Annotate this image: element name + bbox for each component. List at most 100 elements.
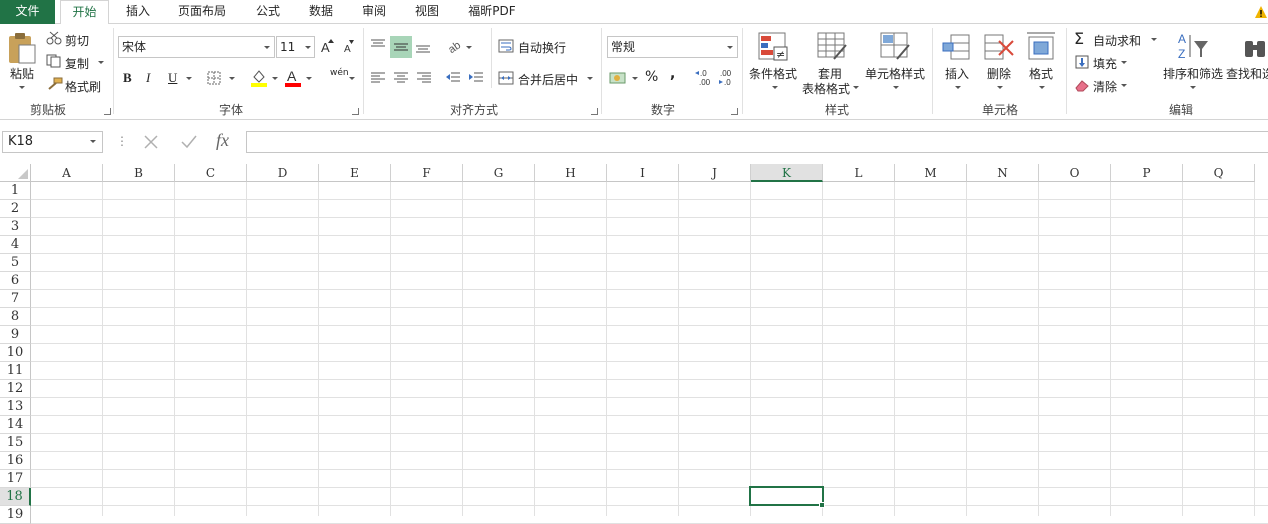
font-name-combo[interactable]: 宋体 <box>118 36 275 58</box>
insert-function-button[interactable]: fx <box>216 130 229 151</box>
column-header-b[interactable]: B <box>103 164 175 182</box>
chevron-down-icon[interactable] <box>632 77 638 80</box>
align-top-icon[interactable] <box>370 38 386 55</box>
insert-cells-button[interactable]: 插入 <box>942 65 972 82</box>
row-header-9[interactable]: 9 <box>0 326 31 344</box>
border-icon[interactable] <box>207 71 221 88</box>
select-all-corner[interactable] <box>0 164 31 182</box>
tab-foxit-pdf[interactable]: 福昕PDF <box>460 0 524 24</box>
align-bottom-icon[interactable] <box>415 38 431 57</box>
tab-insert[interactable]: 插入 <box>118 0 158 24</box>
row-header-17[interactable]: 17 <box>0 470 31 488</box>
italic-button[interactable]: I <box>146 70 150 86</box>
phonetic-guide-button[interactable]: wén <box>330 68 349 78</box>
column-header-q[interactable]: Q <box>1183 164 1255 182</box>
alignment-launcher-icon[interactable] <box>591 108 598 115</box>
column-header-a[interactable]: A <box>31 164 103 182</box>
percent-style-button[interactable]: % <box>645 69 658 85</box>
chevron-down-icon[interactable] <box>893 86 899 89</box>
tab-review[interactable]: 审阅 <box>354 0 394 24</box>
font-color-icon[interactable]: A <box>284 68 302 91</box>
row-header-10[interactable]: 10 <box>0 344 31 362</box>
wrap-text-button[interactable]: 自动换行 <box>518 39 566 56</box>
chevron-down-icon[interactable] <box>1151 38 1157 41</box>
decrease-decimal-icon[interactable]: .00.0 <box>718 68 738 89</box>
chevron-down-icon[interactable] <box>98 61 104 64</box>
chevron-down-icon[interactable] <box>466 46 472 49</box>
row-header-16[interactable]: 16 <box>0 452 31 470</box>
chevron-down-icon[interactable] <box>587 77 593 80</box>
column-header-c[interactable]: C <box>175 164 247 182</box>
bold-button[interactable]: B <box>123 70 132 86</box>
cancel-icon[interactable] <box>143 134 159 153</box>
align-center-icon[interactable] <box>393 71 409 88</box>
format-cells-button[interactable]: 格式 <box>1026 65 1056 82</box>
tab-page-layout[interactable]: 页面布局 <box>170 0 234 24</box>
column-header-i[interactable]: I <box>607 164 679 182</box>
chevron-down-icon[interactable] <box>772 86 778 89</box>
tab-file[interactable]: 文件 <box>0 0 55 24</box>
chevron-down-icon[interactable] <box>349 77 355 80</box>
delete-cells-button[interactable]: 删除 <box>984 65 1014 82</box>
format-as-table-button-line2[interactable]: 表格格式 <box>800 80 852 97</box>
tab-home[interactable]: 开始 <box>60 0 109 25</box>
column-header-f[interactable]: F <box>391 164 463 182</box>
chevron-down-icon[interactable] <box>1190 86 1196 89</box>
underline-button[interactable]: U <box>168 70 177 86</box>
chevron-down-icon[interactable] <box>1121 84 1127 87</box>
tab-view[interactable]: 视图 <box>407 0 447 24</box>
row-header-19[interactable]: 19 <box>0 506 31 524</box>
align-middle-icon[interactable] <box>390 36 412 58</box>
autosum-button[interactable]: 自动求和 <box>1093 32 1141 49</box>
column-header-g[interactable]: G <box>463 164 535 182</box>
column-header-l[interactable]: L <box>823 164 895 182</box>
row-header-8[interactable]: 8 <box>0 308 31 326</box>
row-header-15[interactable]: 15 <box>0 434 31 452</box>
chevron-down-icon[interactable] <box>853 86 859 89</box>
find-select-button[interactable]: 查找和选 <box>1226 65 1268 82</box>
chevron-down-icon[interactable] <box>186 77 192 80</box>
row-header-11[interactable]: 11 <box>0 362 31 380</box>
row-header-14[interactable]: 14 <box>0 416 31 434</box>
chevron-down-icon[interactable] <box>955 86 961 89</box>
column-header-d[interactable]: D <box>247 164 319 182</box>
enter-icon[interactable] <box>180 134 198 153</box>
chevron-down-icon[interactable] <box>90 140 96 143</box>
row-header-5[interactable]: 5 <box>0 254 31 272</box>
conditional-formatting-button[interactable]: 条件格式 <box>747 65 799 82</box>
active-cell[interactable] <box>749 486 824 506</box>
row-header-7[interactable]: 7 <box>0 290 31 308</box>
row-header-1[interactable]: 1 <box>0 182 31 200</box>
row-header-6[interactable]: 6 <box>0 272 31 290</box>
formula-bar-grip[interactable]: ⋮ <box>116 134 128 148</box>
chevron-down-icon[interactable] <box>19 86 25 89</box>
column-header-h[interactable]: H <box>535 164 607 182</box>
formula-input[interactable] <box>246 131 1268 153</box>
column-header-k[interactable]: K <box>751 164 823 182</box>
clear-button[interactable]: 清除 <box>1093 78 1117 95</box>
warning-icon[interactable] <box>1254 5 1268 22</box>
row-header-2[interactable]: 2 <box>0 200 31 218</box>
font-launcher-icon[interactable] <box>352 108 359 115</box>
fill-color-icon[interactable] <box>250 68 268 91</box>
chevron-down-icon[interactable] <box>1039 86 1045 89</box>
cell-styles-button[interactable]: 单元格样式 <box>862 65 928 82</box>
row-header-18[interactable]: 18 <box>0 488 31 506</box>
chevron-down-icon[interactable] <box>272 77 278 80</box>
cut-button[interactable]: 剪切 <box>65 32 89 49</box>
column-header-o[interactable]: O <box>1039 164 1111 182</box>
column-header-m[interactable]: M <box>895 164 967 182</box>
sort-filter-button[interactable]: 排序和筛选 <box>1162 65 1224 82</box>
row-header-13[interactable]: 13 <box>0 398 31 416</box>
paste-button[interactable]: 粘贴 <box>6 65 38 82</box>
chevron-down-icon[interactable] <box>997 86 1003 89</box>
chevron-down-icon[interactable] <box>229 77 235 80</box>
column-header-n[interactable]: N <box>967 164 1039 182</box>
tab-formulas[interactable]: 公式 <box>248 0 288 24</box>
grow-font-icon[interactable]: A <box>320 38 336 57</box>
merge-center-button[interactable]: 合并后居中 <box>518 71 578 88</box>
paste-icon[interactable] <box>7 31 37 68</box>
comma-style-button[interactable]: , <box>670 66 675 82</box>
number-format-combo[interactable]: 常规 <box>607 36 738 58</box>
format-painter-button[interactable]: 格式刷 <box>65 78 101 95</box>
